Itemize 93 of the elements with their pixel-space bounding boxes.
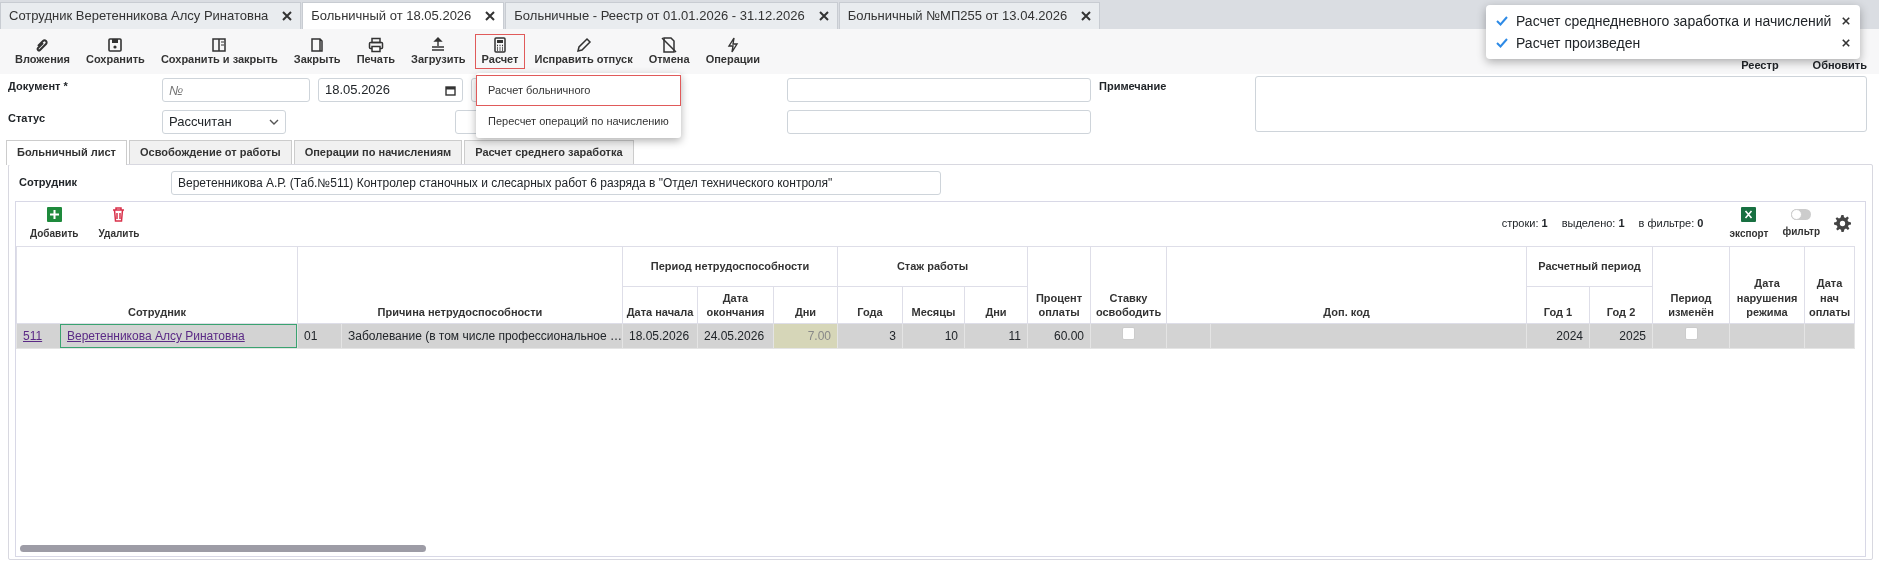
table-link[interactable]: 511 bbox=[23, 329, 43, 344]
column-header[interactable]: Сотрудник bbox=[16, 246, 298, 324]
note-field[interactable] bbox=[1255, 76, 1867, 132]
trash-icon bbox=[112, 206, 126, 222]
column-header[interactable]: Доп. код bbox=[1166, 246, 1527, 324]
column-group-header: Расчетный период bbox=[1526, 246, 1653, 286]
notification-text: Расчет среднедневного заработка и начислений bbox=[1516, 11, 1833, 31]
toolbar-button[interactable]: Отмена bbox=[641, 33, 697, 70]
field-label: Документ * bbox=[8, 79, 69, 94]
tab[interactable]: Больничный №МП255 от 13.04.2026 bbox=[838, 2, 1101, 29]
check-icon bbox=[1496, 38, 1508, 48]
grid-button[interactable]: Добавить bbox=[30, 206, 79, 241]
grid-stat: строки: 1 bbox=[1501, 216, 1548, 232]
close-icon[interactable] bbox=[1842, 17, 1850, 25]
field-label: Примечание bbox=[1099, 79, 1168, 94]
tab-title: Больничные - Реестр от 01.01.2026 - 31.12.2026 bbox=[514, 7, 805, 26]
grid-stat: в фильтре: 0 bbox=[1638, 216, 1704, 232]
column-header[interactable]: Дни bbox=[773, 286, 838, 324]
toolbar-button[interactable]: Вложения bbox=[8, 33, 77, 70]
spreadsheet-icon bbox=[1741, 206, 1757, 222]
status-select[interactable]: Рассчитан bbox=[162, 110, 286, 134]
tab[interactable]: Расчет среднего заработка bbox=[464, 140, 634, 164]
column-header[interactable]: Дата начала bbox=[622, 286, 698, 324]
tab[interactable]: Операции по начислениям bbox=[293, 140, 463, 164]
close-icon[interactable] bbox=[1081, 11, 1092, 21]
close-icon[interactable] bbox=[818, 11, 829, 21]
save-icon bbox=[107, 36, 124, 53]
toolbar-button[interactable]: Расчет bbox=[474, 33, 526, 70]
toolbar-button[interactable]: Закрыть bbox=[286, 33, 348, 70]
toolbar-link[interactable]: Обновить bbox=[1812, 56, 1867, 73]
tab-title: Больничный №МП255 от 13.04.2026 bbox=[847, 7, 1068, 26]
settings-icon[interactable] bbox=[1834, 215, 1851, 232]
grid-button[interactable]: Удалить bbox=[98, 206, 140, 241]
toolbar-button[interactable]: Сохранить bbox=[78, 33, 152, 70]
column-header[interactable]: Ставку освободить bbox=[1090, 246, 1167, 324]
toolbar-button[interactable]: Загрузить bbox=[404, 33, 473, 70]
menu-item[interactable]: Расчет больничного bbox=[476, 75, 681, 106]
grid-stat: выделено: 1 bbox=[1561, 216, 1625, 232]
toolbar-button[interactable]: Операции bbox=[698, 33, 768, 70]
column-header[interactable]: Причина нетрудоспособности bbox=[297, 246, 623, 324]
column-header[interactable]: Процент оплаты bbox=[1027, 246, 1091, 324]
calculator-icon bbox=[492, 36, 508, 53]
table-link[interactable]: Веретенникова Алсу Ринатовна bbox=[67, 329, 245, 344]
number-field[interactable]: № bbox=[162, 78, 310, 102]
column-header[interactable]: Период изменён bbox=[1652, 246, 1730, 324]
menu-item[interactable]: Пересчет операций по начислению bbox=[476, 105, 681, 136]
notification-text: Расчет произведен bbox=[1516, 33, 1642, 53]
column-header[interactable]: Года bbox=[837, 286, 903, 324]
filter-toggle[interactable]: фильтр bbox=[1782, 208, 1820, 239]
tab[interactable]: Больничный лист bbox=[6, 140, 127, 165]
column-header[interactable]: Месяцы bbox=[902, 286, 965, 324]
toolbar-button[interactable]: Исправить отпуск bbox=[527, 33, 640, 70]
paperclip-icon bbox=[34, 36, 51, 53]
checkbox[interactable] bbox=[1122, 327, 1136, 341]
field-label: Статус bbox=[8, 111, 47, 126]
export-button[interactable]: экспорт bbox=[1729, 206, 1769, 241]
check-icon bbox=[1496, 16, 1508, 26]
column-header[interactable]: Дата нач оплаты bbox=[1804, 246, 1855, 324]
document-crossed-icon bbox=[661, 36, 678, 53]
close-icon[interactable] bbox=[485, 11, 496, 21]
close-icon[interactable] bbox=[1842, 39, 1850, 47]
plus-icon bbox=[46, 206, 62, 222]
scrollbar[interactable] bbox=[20, 544, 426, 552]
column-header[interactable]: Дата нарушения режима bbox=[1729, 246, 1805, 324]
checkbox[interactable] bbox=[1684, 327, 1698, 341]
column-group-header: Стаж работы bbox=[837, 246, 1028, 286]
tab[interactable]: Больничный от 18.05.2026 bbox=[302, 2, 505, 29]
input-field[interactable] bbox=[787, 110, 1091, 134]
door-icon bbox=[309, 36, 326, 53]
toolbar-button[interactable]: Сохранить и закрыть bbox=[153, 33, 285, 70]
column-header[interactable]: Дата окончания bbox=[697, 286, 774, 324]
book-icon bbox=[211, 36, 228, 53]
column-group-header: Период нетрудоспособности bbox=[622, 246, 838, 286]
toolbar-button[interactable]: Печать bbox=[349, 33, 403, 70]
tab[interactable]: Освобождение от работы bbox=[129, 140, 292, 164]
pencil-icon bbox=[575, 36, 592, 53]
field-label: Сотрудник bbox=[18, 175, 79, 191]
tab[interactable]: Сотрудник Веретенникова Алсу Ринатовна bbox=[0, 2, 302, 29]
employee-field[interactable]: Веретенникова А.Р. (Таб.№511) Контролер станочных и слесарных работ 6 разряда в "Отдел технического контроля" bbox=[171, 170, 941, 195]
column-header[interactable]: Год 1 bbox=[1526, 286, 1590, 324]
tab-title: Больничный от 18.05.2026 bbox=[311, 7, 472, 26]
close-icon[interactable] bbox=[282, 11, 293, 21]
chevron-down-icon bbox=[269, 119, 279, 125]
toolbar-link[interactable]: Реестр bbox=[1741, 56, 1779, 73]
tab[interactable]: Больничные - Реестр от 01.01.2026 - 31.12.2026 bbox=[505, 2, 838, 29]
table-cell: Заболевание (в том числе профессиональное … bbox=[341, 324, 622, 348]
date-field[interactable]: 18.05.2026 bbox=[318, 78, 463, 102]
calendar-icon bbox=[445, 84, 456, 96]
printer-icon bbox=[367, 36, 384, 53]
upload-icon bbox=[430, 36, 447, 53]
table-cell-text: 01 bbox=[303, 328, 319, 346]
tab-title: Сотрудник Веретенникова Алсу Ринатовна bbox=[9, 7, 269, 26]
input-field[interactable] bbox=[787, 78, 1091, 102]
